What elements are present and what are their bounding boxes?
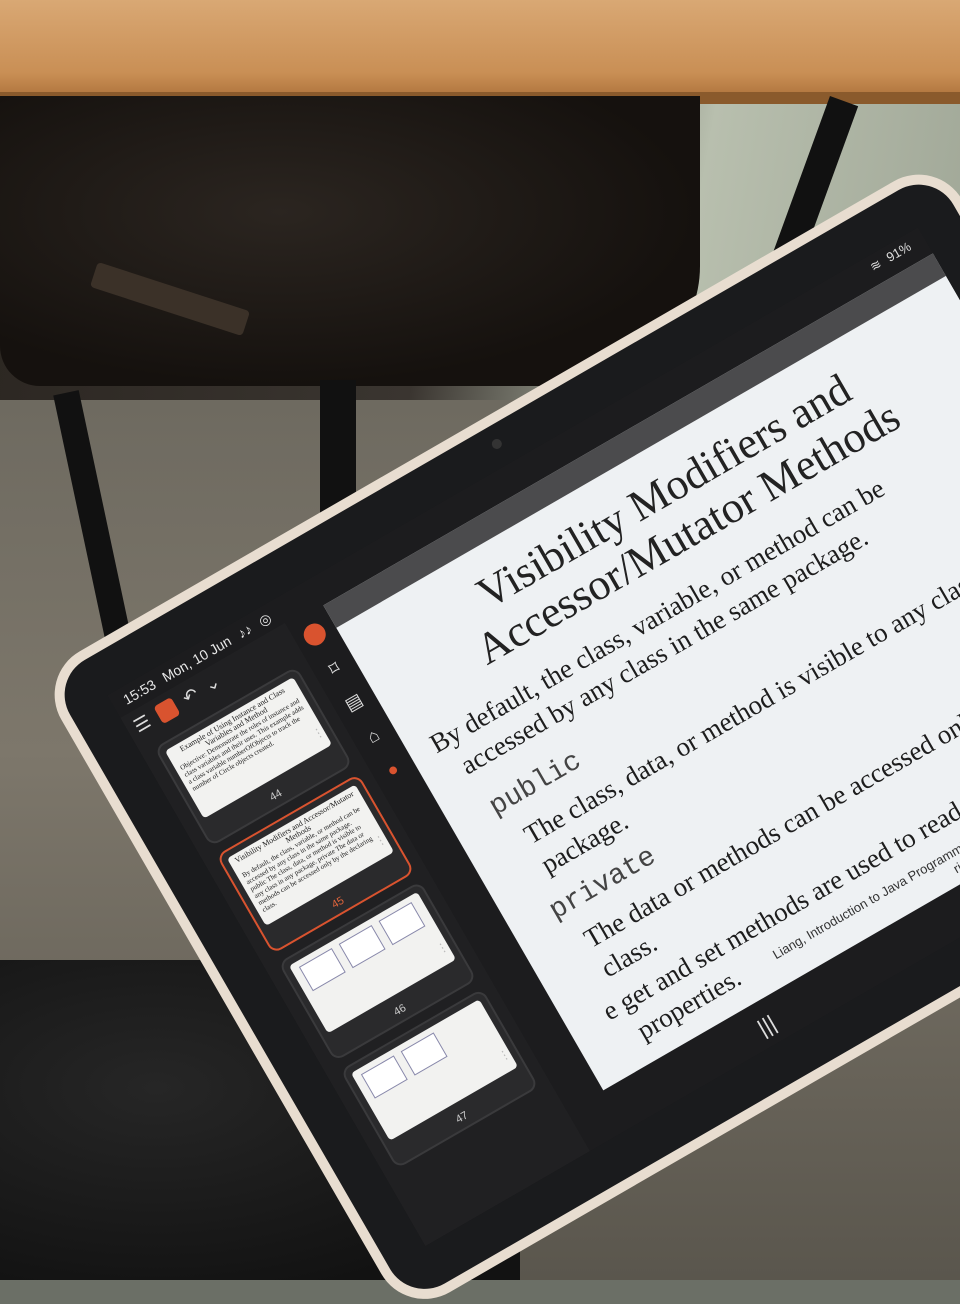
- menu-icon[interactable]: ☰: [130, 711, 154, 737]
- code-box: [378, 902, 426, 946]
- record-icon[interactable]: [299, 619, 330, 650]
- code-box: [400, 1032, 448, 1076]
- chevron-down-icon[interactable]: ⌄: [201, 671, 225, 697]
- recent-apps-icon[interactable]: |||: [753, 1010, 781, 1041]
- more-icon[interactable]: ●: [383, 758, 403, 782]
- home-icon[interactable]: ⌂: [364, 724, 384, 748]
- desk-top: [0, 0, 960, 104]
- powerpoint-icon: [153, 696, 181, 724]
- instagram-icon: ◎: [255, 609, 274, 630]
- tiktok-icon: ♪♪: [234, 620, 255, 642]
- undo-icon[interactable]: ↶: [179, 683, 203, 709]
- notes-icon[interactable]: ▤: [341, 689, 366, 716]
- front-camera: [490, 437, 504, 451]
- bookmark-icon[interactable]: ⌑: [325, 657, 344, 680]
- code-box: [298, 948, 346, 992]
- leather-bag: [0, 96, 700, 386]
- code-box: [360, 1055, 408, 1099]
- code-box: [338, 925, 386, 969]
- bag-strap: [89, 261, 251, 337]
